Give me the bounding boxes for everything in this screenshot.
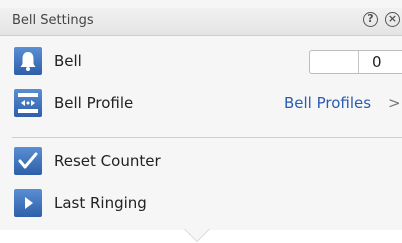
help-icon[interactable]: ? xyxy=(363,12,378,27)
bell-profile-label: Bell Profile xyxy=(54,94,134,112)
window-title: Bell Settings xyxy=(12,13,94,28)
reset-counter-label: Reset Counter xyxy=(54,152,161,170)
row-bell[interactable]: Bell 0 xyxy=(0,42,402,82)
bell-settings-popover: Bell Settings ? × Bell 0 Bell Profile Be… xyxy=(0,0,402,230)
bell-counter-field[interactable]: 0 xyxy=(309,50,402,74)
bell-profile-icon xyxy=(14,89,42,117)
counter-divider xyxy=(358,51,359,73)
title-bar: Bell Settings ? × xyxy=(0,8,402,36)
bell-icon xyxy=(14,47,42,75)
row-last-ringing[interactable]: Last Ringing xyxy=(0,184,402,224)
bell-label: Bell xyxy=(54,52,82,70)
bell-profiles-link[interactable]: Bell Profiles xyxy=(284,94,371,112)
chevron-right-icon: > xyxy=(388,94,401,112)
section-divider xyxy=(12,137,402,138)
popover-pointer xyxy=(185,229,209,241)
row-reset-counter[interactable]: Reset Counter xyxy=(0,142,402,182)
close-icon[interactable]: × xyxy=(385,12,400,27)
play-icon xyxy=(14,189,42,217)
last-ringing-label: Last Ringing xyxy=(54,194,147,212)
checkmark-icon xyxy=(14,147,42,175)
row-bell-profile[interactable]: Bell Profile Bell Profiles > xyxy=(0,84,402,124)
bell-counter-value: 0 xyxy=(372,53,382,71)
